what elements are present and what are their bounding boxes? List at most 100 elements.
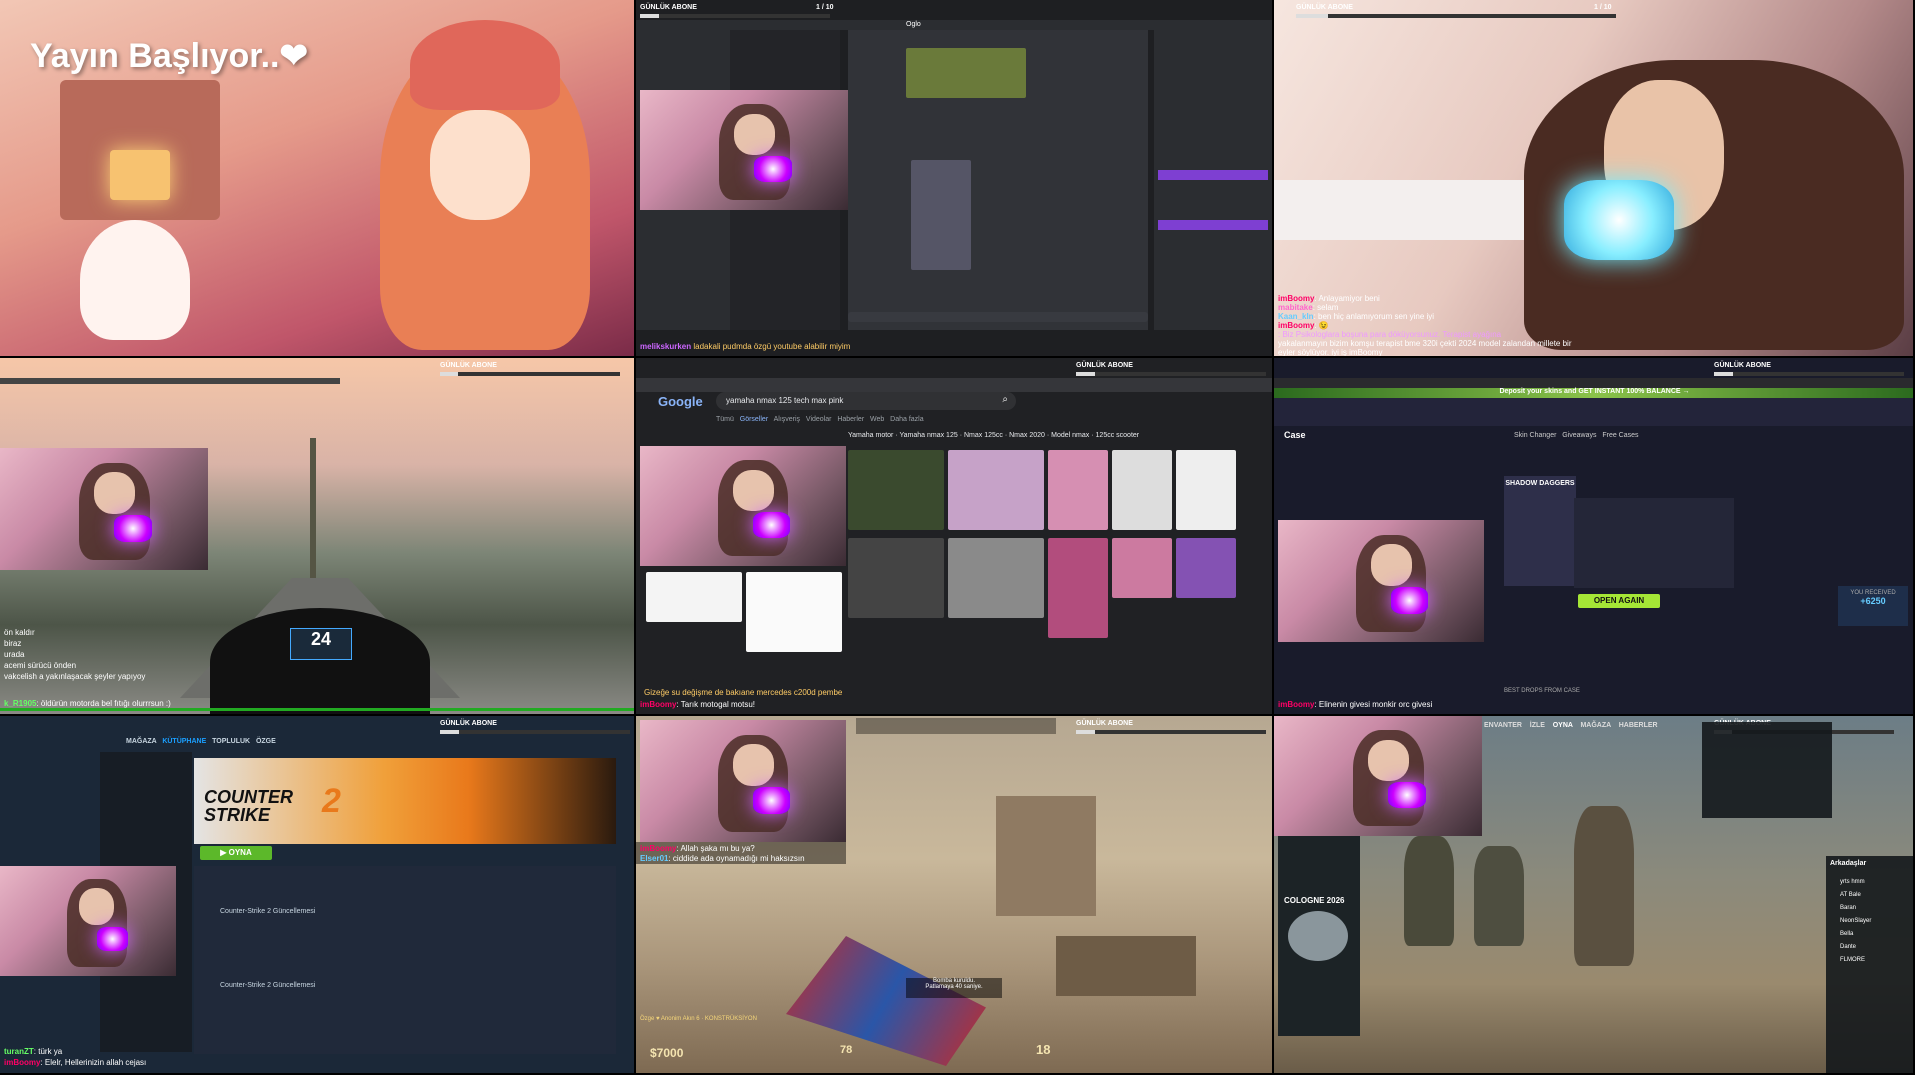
photo-attachment[interactable] bbox=[906, 48, 1026, 98]
window-titlebar: Oglo bbox=[636, 20, 1272, 30]
game-logo-number: 2 bbox=[322, 782, 341, 820]
sub-goal-bar bbox=[440, 372, 620, 376]
sub-goal-bar bbox=[1076, 372, 1266, 376]
dog-illustration bbox=[80, 220, 190, 340]
sub-goal-label: GÜNLÜK ABONE bbox=[1296, 4, 1353, 11]
browser-tabs[interactable] bbox=[636, 378, 1272, 392]
roulette bbox=[1574, 498, 1734, 588]
browser-tabs[interactable] bbox=[1274, 378, 1913, 388]
sub-goal-fill bbox=[1714, 372, 1733, 376]
image-result[interactable] bbox=[646, 572, 742, 622]
image-result[interactable] bbox=[848, 538, 944, 618]
cs2-main-menu[interactable]: ENVANTER İZLE OYNA MAĞAZA HABERLER bbox=[1484, 722, 1658, 729]
crates bbox=[1056, 936, 1196, 996]
search-tabs[interactable]: Tümü Görseller Alışveriş Videolar Haberl… bbox=[716, 416, 924, 426]
webcam bbox=[640, 446, 846, 566]
news-item[interactable]: Counter-Strike 2 Güncellemesi bbox=[220, 982, 315, 989]
sub-goal-label: GÜNLÜK ABONE bbox=[440, 720, 497, 727]
game-hero-banner: COUNTER STRIKE 2 bbox=[194, 758, 616, 844]
webcam bbox=[0, 866, 176, 976]
search-icon[interactable]: ⌕ bbox=[1002, 394, 1008, 405]
webcam bbox=[640, 90, 848, 210]
money-display: $7000 bbox=[650, 1046, 684, 1060]
image-result[interactable] bbox=[1112, 450, 1172, 530]
agent-model bbox=[1574, 806, 1634, 966]
search-query[interactable]: yamaha nmax 125 tech max pink bbox=[726, 396, 843, 405]
image-result[interactable] bbox=[1112, 538, 1172, 598]
girl-face bbox=[430, 110, 530, 220]
image-result[interactable] bbox=[948, 450, 1044, 530]
tile-starting-screen: Yayın Başlıyor..❤ bbox=[0, 0, 636, 358]
sub-goal-fill bbox=[1076, 730, 1095, 734]
google-logo[interactable]: Google bbox=[658, 394, 703, 409]
steam-nav[interactable]: MAĞAZA KÜTÜPHANE TOPLULUK ÖZGE bbox=[126, 738, 276, 745]
killfeed: Özge ♥ Anonim Akın 6 · KONSTRÜKSİYON bbox=[640, 1016, 757, 1022]
fire bbox=[110, 150, 170, 200]
filter-chips[interactable]: Yamaha motor · Yamaha nmax 125 · Nmax 12… bbox=[848, 432, 1139, 439]
friends-header: Arkadaşlar bbox=[1830, 860, 1867, 867]
photo-attachment-2[interactable] bbox=[911, 160, 971, 270]
sub-goal-count: 1 / 10 bbox=[816, 4, 834, 11]
tile-steam-library: GÜNLÜK ABONE MAĞAZA KÜTÜPHANE TOPLULUK Ö… bbox=[0, 716, 636, 1075]
sub-goal-bar bbox=[1714, 372, 1904, 376]
sub-goal-label: GÜNLÜK ABONE bbox=[440, 362, 497, 369]
webcam bbox=[640, 720, 846, 842]
party-panel[interactable] bbox=[1702, 722, 1832, 818]
tile-discord: GÜNLÜK ABONE 1 / 10 Oglo melikskurken la… bbox=[636, 0, 1274, 358]
event-ad-title[interactable]: COLOGNE 2026 bbox=[1284, 896, 1344, 905]
tile-moto-ride: GÜNLÜK ABONE 24 ön kaldır biraz urada ac… bbox=[0, 358, 636, 716]
utility-pole bbox=[310, 438, 316, 598]
sub-goal-fill bbox=[440, 372, 458, 376]
news-sidebar[interactable]: COLOGNE 2026 bbox=[1278, 836, 1360, 1036]
sub-goal-fill bbox=[1296, 14, 1328, 18]
tile-case-site: GÜNLÜK ABONE Deposit your skins and GET … bbox=[1274, 358, 1915, 716]
progress-strip bbox=[0, 378, 340, 384]
friends-list[interactable]: yrts hmm AT Bale Baran NeonSlayer Bella … bbox=[1840, 876, 1871, 967]
game-logo: COUNTER STRIKE bbox=[204, 787, 293, 825]
message-input[interactable] bbox=[848, 312, 1148, 322]
image-result[interactable] bbox=[1176, 450, 1236, 530]
agent-model bbox=[1404, 836, 1454, 946]
sticker-capsule bbox=[1288, 911, 1348, 961]
image-result[interactable] bbox=[746, 572, 842, 652]
live-drops-bar bbox=[1274, 398, 1913, 426]
tile-google-images: GÜNLÜK ABONE Google yamaha nmax 125 tech… bbox=[636, 358, 1274, 716]
chat-line: imBoomy: Elinenin givesi monkir orc give… bbox=[1278, 700, 1433, 709]
image-result[interactable] bbox=[1176, 538, 1236, 598]
sub-goal-fill bbox=[640, 14, 659, 18]
webcam bbox=[1274, 716, 1482, 836]
chat-line: melikskurken ladakali pudmda özgü youtub… bbox=[640, 342, 851, 351]
play-button[interactable]: ▶ OYNA bbox=[200, 846, 272, 860]
image-result[interactable] bbox=[948, 538, 1044, 618]
image-result[interactable] bbox=[1048, 450, 1108, 530]
member-list[interactable] bbox=[1154, 30, 1272, 330]
image-result[interactable] bbox=[848, 450, 944, 530]
tile-webcam-full: GÜNLÜK ABONE 1 / 10 imBoomy: Anlayamiyor… bbox=[1274, 0, 1915, 358]
bomb-notice: Bomba kuruldu. Patlamaya 40 saniye. bbox=[906, 978, 1002, 998]
webcam bbox=[0, 448, 208, 570]
site-nav[interactable]: Skin Changer Giveaways Free Cases bbox=[1514, 432, 1639, 439]
sub-goal-bar bbox=[440, 730, 630, 734]
ammo-display: 18 bbox=[1036, 1042, 1051, 1057]
friends-panel[interactable]: Arkadaşlar yrts hmm AT Bale Baran NeonSl… bbox=[1826, 856, 1913, 1073]
site-logo[interactable]: Case bbox=[1284, 430, 1306, 440]
sub-goal-label: GÜNLÜK ABONE bbox=[640, 4, 697, 11]
received-panel: YOU RECEIVED +6250 bbox=[1838, 586, 1908, 626]
chat-line: Gizeğe su değişme de bakıane mercedes c2… bbox=[644, 688, 843, 697]
video-progress[interactable] bbox=[0, 708, 634, 711]
promo-banner[interactable]: Deposit your skins and GET INSTANT 100% … bbox=[1274, 388, 1913, 398]
case-panel: SHADOW DAGGERS bbox=[1504, 476, 1576, 586]
armor-display: 78 bbox=[840, 1044, 853, 1056]
beanie bbox=[410, 20, 560, 110]
image-result[interactable] bbox=[1048, 538, 1108, 638]
sub-goal-label: GÜNLÜK ABONE bbox=[1076, 720, 1133, 727]
sub-goal-fill bbox=[1076, 372, 1095, 376]
stream-title: Yayın Başlıyor..❤ bbox=[30, 37, 308, 75]
open-again-button[interactable]: OPEN AGAIN bbox=[1578, 594, 1660, 608]
multistream-grid: Yayın Başlıyor..❤ GÜNLÜK ABONE 1 / 10 Og… bbox=[0, 0, 1915, 1075]
speedometer: 24 bbox=[290, 628, 352, 660]
search-box[interactable]: yamaha nmax 125 tech max pink ⌕ bbox=[716, 392, 1016, 410]
tile-cs2-menu: GÜNLÜK ABONE ENVANTER İZLE OYNA MAĞAZA H… bbox=[1274, 716, 1915, 1075]
sub-goal-bar bbox=[1296, 14, 1616, 18]
news-item[interactable]: Counter-Strike 2 Güncellemesi bbox=[220, 908, 315, 915]
